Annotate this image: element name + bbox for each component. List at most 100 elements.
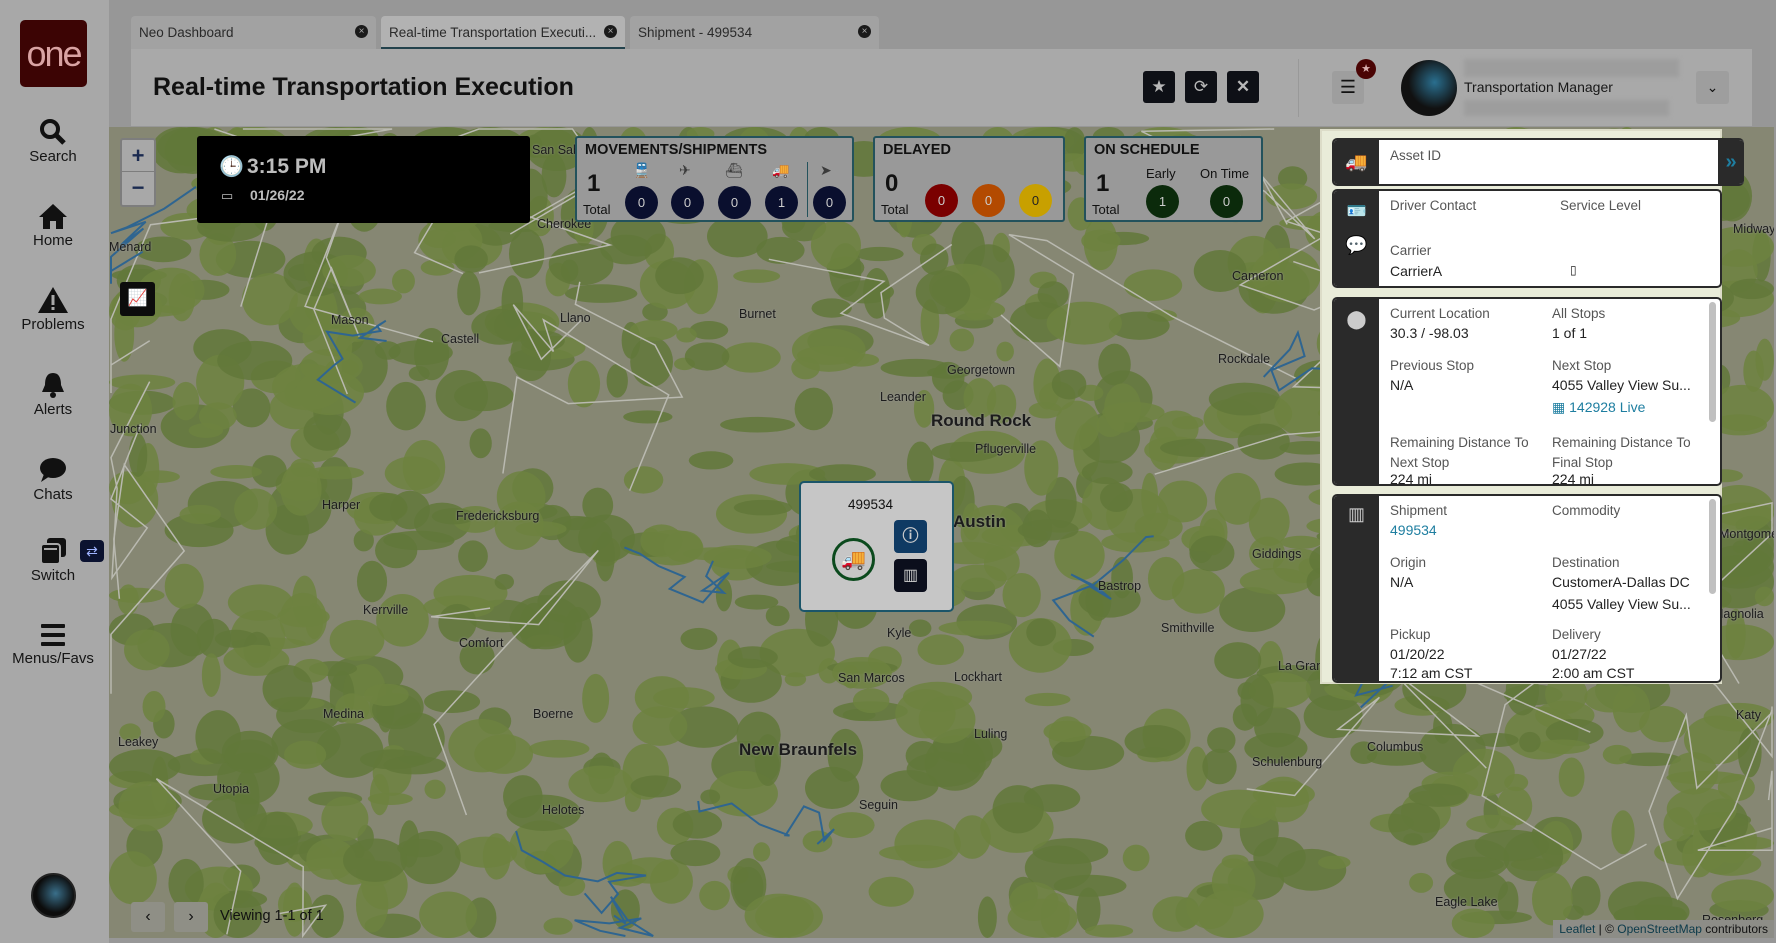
widget-title: ON SCHEDULE	[1094, 142, 1200, 158]
map-vegetation	[919, 243, 949, 275]
close-tab-icon[interactable]: ×	[604, 25, 617, 38]
delayed-widget[interactable]: DELAYED 0 Total 0 0 0	[873, 136, 1065, 222]
scrollbar[interactable]	[1709, 499, 1716, 594]
previous-page-button[interactable]: ‹	[131, 902, 165, 932]
map-vegetation	[198, 402, 237, 431]
map-vegetation	[435, 370, 489, 422]
map-button[interactable]: ▥	[894, 559, 927, 592]
rail-count[interactable]: 0	[625, 186, 658, 219]
map-vegetation	[1208, 382, 1281, 416]
early-count[interactable]: 1	[1146, 185, 1179, 218]
shipment-card: ▥ Shipment 499534 Commodity Origin N/A D…	[1332, 494, 1722, 683]
sidebar-item-search[interactable]: Search	[0, 118, 106, 165]
map-vegetation	[1602, 744, 1632, 765]
zoom-out-button[interactable]: −	[122, 172, 154, 204]
map-vegetation	[234, 488, 278, 530]
user-menu-dropdown[interactable]: ⌄	[1696, 71, 1729, 104]
map-vegetation	[1147, 556, 1185, 601]
carrier-label: Carrier	[1390, 243, 1432, 258]
map-vegetation	[715, 578, 733, 612]
movements-shipments-widget[interactable]: MOVEMENTS/SHIPMENTS 1 Total 🚆 ✈ ⛴ 🚚 ➤ 0 …	[575, 136, 854, 222]
sidebar-item-alerts[interactable]: Alerts	[0, 371, 106, 418]
ocean-count[interactable]: 0	[718, 186, 751, 219]
destination-label: Destination	[1552, 555, 1620, 570]
total-count: 1	[587, 170, 601, 197]
expand-panel-button[interactable]: »	[1718, 140, 1744, 184]
tab-neo-dashboard[interactable]: Neo Dashboard ×	[131, 16, 376, 49]
sidebar-item-menus-favs[interactable]: Menus/Favs	[0, 622, 106, 667]
delayed-high-count[interactable]: 0	[972, 184, 1005, 217]
zoom-in-button[interactable]: +	[122, 140, 154, 172]
map-vegetation	[528, 739, 590, 758]
map-city-label: Schulenburg	[1252, 755, 1323, 769]
map-vegetation	[355, 877, 389, 933]
map-vegetation	[1037, 281, 1069, 309]
asset-card: 🚚 Asset ID »	[1332, 138, 1744, 186]
map-vegetation	[272, 363, 345, 411]
delayed-critical-count[interactable]: 0	[925, 184, 958, 217]
app-logo[interactable]: one	[20, 20, 87, 87]
map-vegetation	[670, 840, 721, 867]
map-city-label: Cameron	[1232, 269, 1284, 283]
map-vegetation	[458, 540, 488, 572]
map-vegetation	[634, 676, 690, 719]
map-icon: ▥	[902, 567, 919, 584]
map-vegetation	[733, 269, 781, 283]
sidebar-item-problems[interactable]: Problems	[0, 286, 106, 333]
sidebar-item-label: Search	[29, 148, 77, 165]
user-avatar[interactable]	[1401, 60, 1457, 116]
map-vegetation	[906, 751, 981, 788]
info-icon: ⓘ	[902, 528, 919, 545]
user-avatar[interactable]	[31, 873, 76, 918]
other-count[interactable]: 0	[813, 186, 846, 219]
refresh-button[interactable]: ⟳	[1185, 71, 1217, 103]
map-vegetation	[1729, 278, 1774, 300]
delayed-low-count[interactable]: 0	[1019, 184, 1052, 217]
next-stop-label: Next Stop	[1552, 358, 1612, 373]
sidebar-item-label: Chats	[33, 486, 73, 503]
next-page-button[interactable]: ›	[174, 902, 208, 932]
map-vegetation	[448, 718, 517, 773]
favorite-button[interactable]: ★	[1143, 71, 1175, 103]
shipment-link[interactable]: 499534	[1390, 522, 1437, 538]
map-vegetation	[509, 595, 583, 650]
ontime-count[interactable]: 0	[1210, 185, 1243, 218]
appointment-link[interactable]: ▦ 142928 Live	[1552, 399, 1645, 416]
osm-link[interactable]: OpenStreetMap	[1617, 922, 1702, 936]
map-vegetation	[1211, 858, 1256, 907]
leaflet-link[interactable]: Leaflet	[1559, 922, 1595, 936]
map-vegetation	[369, 773, 390, 816]
tab-real-time-transportation[interactable]: Real-time Transportation Executi... ×	[381, 16, 625, 49]
chat-icon[interactable]: 💬	[1334, 235, 1379, 256]
total-count: 0	[885, 170, 899, 197]
map-vegetation	[329, 619, 385, 661]
info-button[interactable]: ⓘ	[894, 520, 927, 553]
map-vegetation	[1002, 572, 1041, 618]
map-vegetation	[541, 153, 567, 198]
close-tab-icon[interactable]: ×	[858, 25, 871, 38]
map-vegetation	[756, 236, 805, 264]
truck-status-icon: 🚚	[832, 538, 875, 581]
air-count[interactable]: 0	[671, 186, 704, 219]
switch-arrows-icon[interactable]: ⇄	[80, 540, 104, 562]
chart-toggle-button[interactable]: 📈	[120, 282, 155, 316]
map-city-label: Harper	[322, 498, 361, 512]
map-city-label: Boerne	[533, 707, 574, 721]
truck-count[interactable]: 1	[765, 186, 798, 219]
map-vegetation	[1584, 683, 1636, 713]
map-vegetation	[630, 775, 682, 798]
close-button[interactable]: ✕	[1227, 71, 1259, 103]
map-vegetation	[469, 428, 492, 459]
map-vegetation	[1007, 898, 1078, 938]
scrollbar[interactable]	[1709, 302, 1716, 422]
map-vegetation	[109, 851, 157, 905]
tab-label: Real-time Transportation Executi...	[389, 25, 597, 40]
map-vegetation	[672, 809, 723, 839]
pickup-label: Pickup	[1390, 627, 1431, 642]
sidebar-item-home[interactable]: Home	[0, 202, 106, 249]
tab-shipment[interactable]: Shipment - 499534 ×	[630, 16, 879, 49]
on-schedule-widget[interactable]: ON SCHEDULE 1 Total Early On Time 1 0	[1084, 136, 1263, 222]
sidebar-item-chats[interactable]: Chats	[0, 456, 106, 503]
close-tab-icon[interactable]: ×	[355, 25, 368, 38]
map-vegetation	[560, 259, 579, 282]
